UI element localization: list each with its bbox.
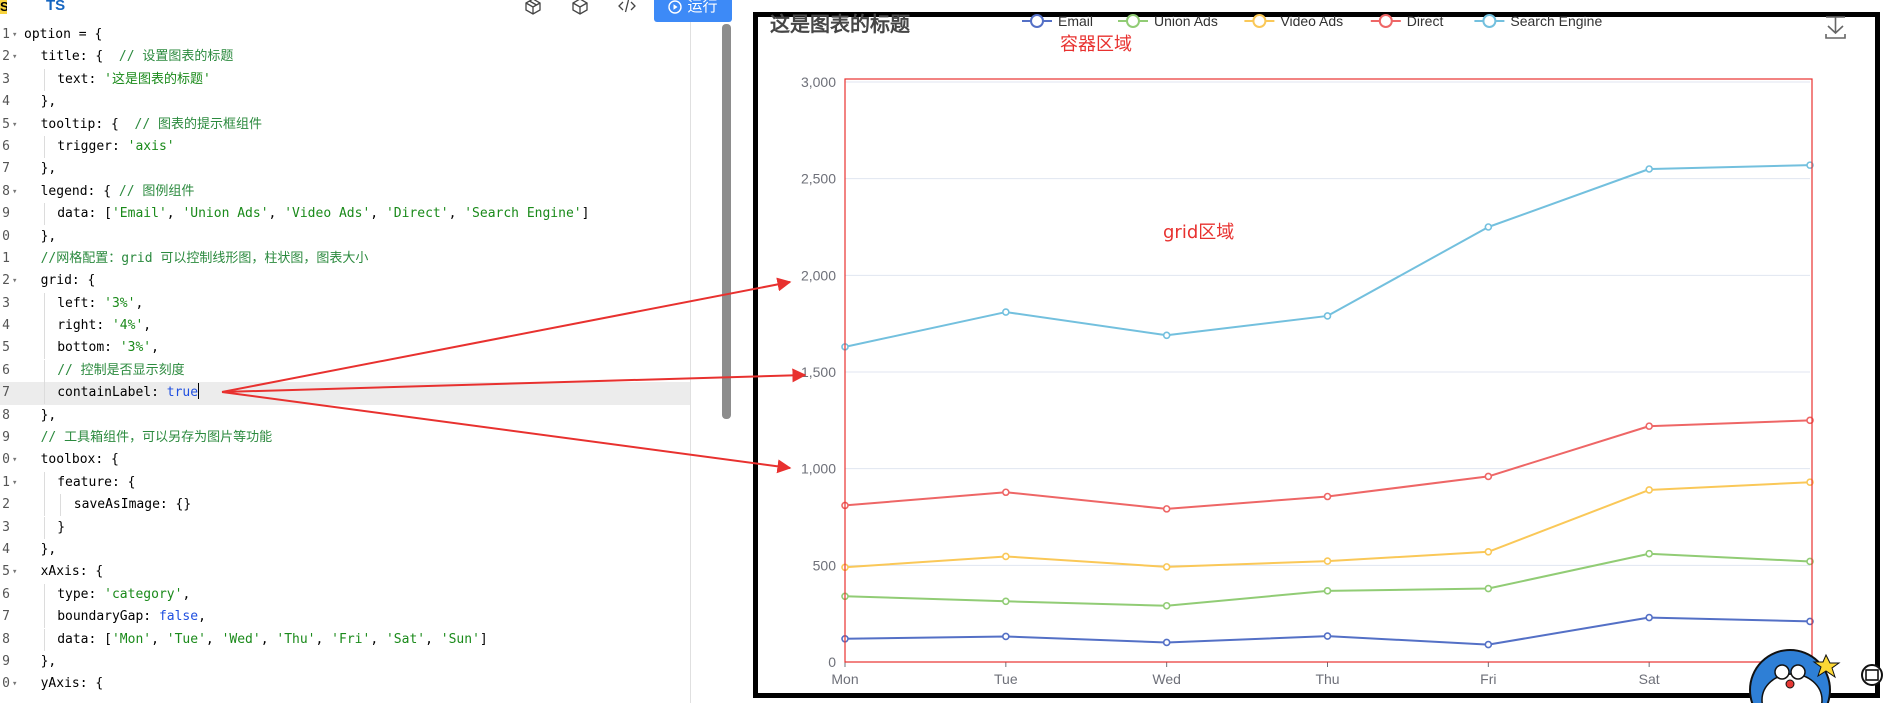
- side-widget-icon: [1861, 664, 1883, 686]
- legend-marker: [1030, 14, 1044, 28]
- x-tick-label: Tue: [994, 671, 1018, 687]
- container-area-label: 容器区域: [1060, 34, 1132, 55]
- data-point: [1002, 632, 1010, 641]
- line-chart: 这是图表的标题 Email Union Ads Video Ads Direct Sear…: [770, 12, 1883, 703]
- widget-ring: [1861, 664, 1883, 686]
- data-point: [1645, 549, 1653, 558]
- data-point: [1162, 505, 1171, 513]
- y-tick-label: 500: [813, 557, 837, 573]
- legend-marker: [1482, 14, 1497, 28]
- data-point: [1484, 223, 1493, 231]
- x-tick-label: Mon: [831, 671, 858, 687]
- grid-area-label: grid区域: [1163, 222, 1234, 243]
- data-point: [1645, 486, 1653, 494]
- y-tick-label: 1,000: [801, 461, 836, 477]
- legend-label: Email: [1058, 13, 1093, 29]
- legend-marker: [1126, 14, 1140, 28]
- data-point: [1484, 640, 1493, 649]
- y-tick-label: 0: [828, 654, 836, 670]
- data-point: [1323, 632, 1332, 640]
- y-tick-label: 2,500: [801, 171, 836, 187]
- data-point: [1162, 601, 1171, 610]
- data-point: [1323, 312, 1332, 320]
- x-tick-label: Fri: [1480, 671, 1496, 687]
- legend-item[interactable]: Direct: [1370, 13, 1444, 29]
- data-point: [1645, 422, 1653, 430]
- data-point: [1484, 584, 1493, 593]
- y-tick-label: 2,000: [801, 267, 836, 283]
- data-point: [1645, 165, 1653, 173]
- mascot-icon: [1749, 649, 1841, 703]
- data-point: [1162, 563, 1171, 571]
- legend-label: Search Engine: [1510, 13, 1602, 29]
- download-icon[interactable]: [1825, 16, 1846, 39]
- grid-area-outline: [844, 78, 1813, 663]
- mascot-eye: [1774, 664, 1790, 680]
- chart-title: 这是图表的标题: [770, 12, 911, 36]
- data-point: [1484, 547, 1493, 556]
- legend-item[interactable]: Email: [1022, 13, 1093, 29]
- x-tick-label: Thu: [1315, 671, 1339, 687]
- y-tick-label: 1,500: [801, 364, 836, 380]
- legend-label: Union Ads: [1154, 13, 1218, 29]
- legend-item[interactable]: Search Engine: [1474, 13, 1602, 29]
- legend-marker: [1378, 14, 1393, 28]
- download-glyph: [1825, 16, 1846, 39]
- series-line: [844, 616, 1811, 646]
- data-point: [1002, 552, 1010, 561]
- data-point: [1484, 472, 1493, 481]
- legend-label: Direct: [1407, 13, 1444, 29]
- data-point: [1162, 331, 1171, 340]
- data-point: [1002, 488, 1010, 497]
- x-tick-label: Wed: [1152, 671, 1181, 687]
- mascot-eye: [1790, 664, 1806, 680]
- legend-marker: [1252, 14, 1267, 28]
- legend-label: Video Ads: [1280, 13, 1343, 29]
- legend-item[interactable]: Union Ads: [1118, 13, 1218, 29]
- legend-item[interactable]: Video Ads: [1244, 13, 1343, 29]
- data-point: [1162, 638, 1171, 647]
- data-point: [1002, 308, 1010, 316]
- x-tick-label: Sat: [1639, 671, 1660, 687]
- data-point: [1323, 557, 1332, 565]
- data-point: [1323, 492, 1332, 501]
- data-point: [1323, 587, 1332, 595]
- y-tick-label: 3,000: [801, 74, 836, 90]
- data-point: [1002, 597, 1010, 606]
- mascot-nose: [1785, 679, 1795, 689]
- data-point: [1645, 613, 1653, 622]
